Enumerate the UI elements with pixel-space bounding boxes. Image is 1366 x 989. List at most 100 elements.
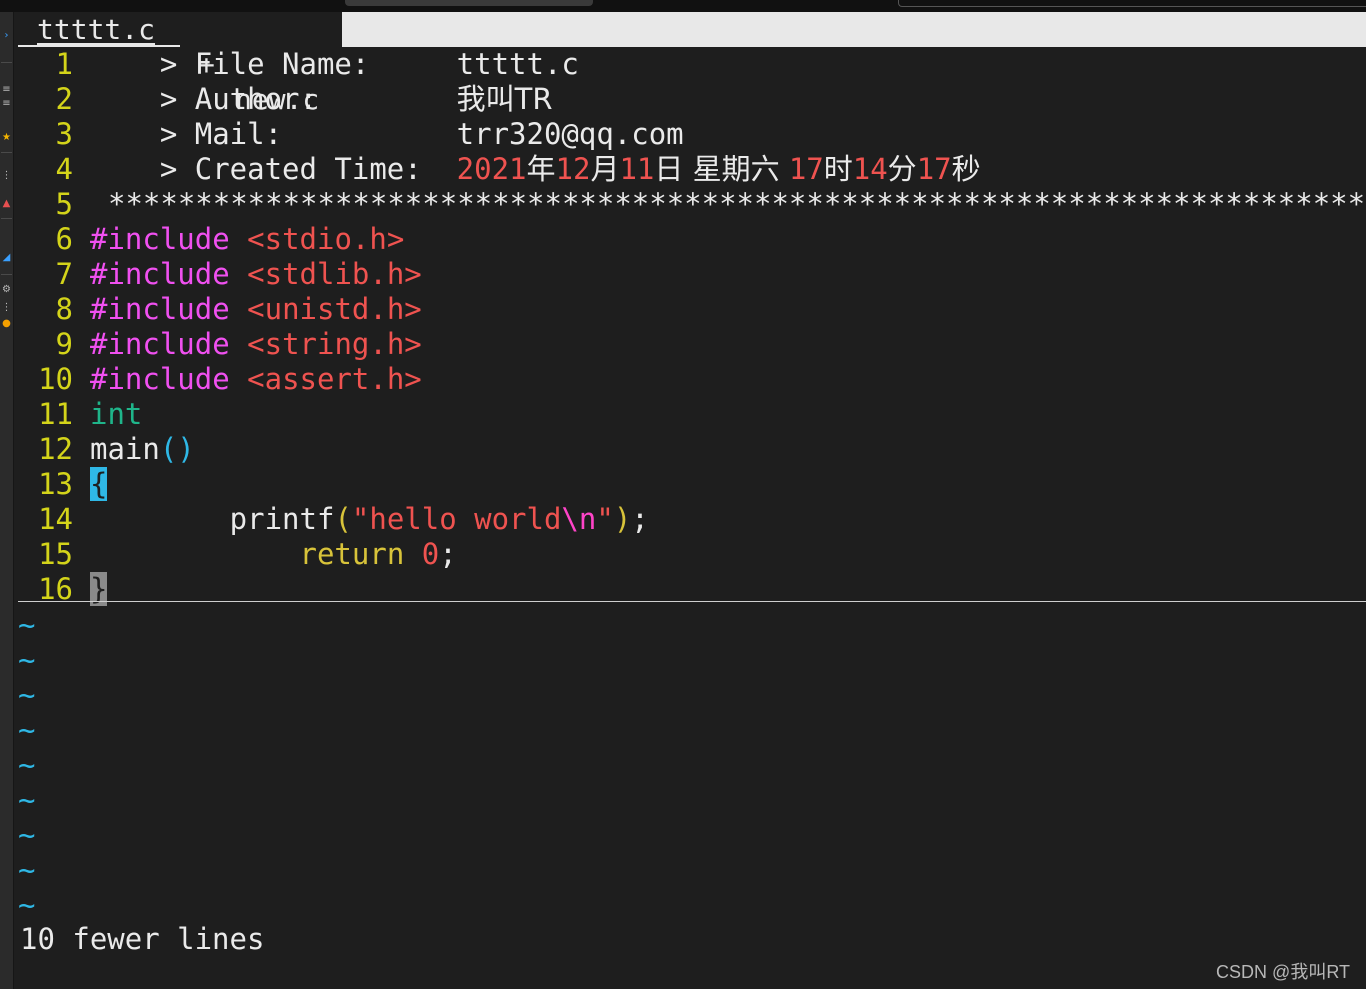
code-token: #include	[90, 222, 230, 256]
code-token: "hello world	[351, 502, 562, 536]
dock-divider	[1, 152, 12, 153]
empty-line-marker: ~	[18, 748, 36, 782]
line-number: 11	[38, 397, 73, 431]
line-number: 5	[55, 187, 73, 221]
code-token: 分	[887, 152, 917, 186]
line-code: #include <assert.h>	[90, 362, 422, 397]
code-line[interactable]: 13 {	[18, 467, 1366, 502]
line-code: #include <stdlib.h>	[90, 257, 422, 292]
line-number: 8	[55, 292, 73, 326]
tab-active[interactable]: ttttt.c	[18, 12, 180, 47]
grid-icon[interactable]: ⋮	[1, 170, 12, 181]
code-token: ;	[631, 502, 649, 536]
command-line[interactable]: 10 fewer lines	[20, 922, 264, 957]
line-code: #include <unistd.h>	[90, 292, 422, 327]
dock-divider	[1, 218, 12, 219]
empty-line-marker: ~	[18, 818, 36, 852]
line-code: > File Name: ttttt.c	[90, 47, 579, 82]
code-token: ttttt.c	[456, 47, 579, 81]
line-number: 12	[38, 432, 73, 466]
code-token: 2021	[456, 152, 527, 186]
code-token: <stdio.h>	[247, 222, 405, 256]
code-token: ;	[439, 537, 457, 571]
doc-icon[interactable]: ≡	[1, 84, 12, 95]
code-token: 14	[852, 152, 888, 186]
code-line[interactable]: 3 > Mail: trr320@qq.com	[18, 117, 1366, 152]
code-line[interactable]: 11 int	[18, 397, 1366, 432]
code-line[interactable]: 15 return 0;	[18, 537, 1366, 572]
pin-icon[interactable]: ▲	[1, 198, 12, 209]
window-tab-segment[interactable]	[345, 0, 593, 6]
empty-line-marker: ~	[18, 783, 36, 817]
window-top-strip	[0, 0, 1366, 12]
list-icon[interactable]: ≡	[1, 98, 12, 109]
code-line[interactable]: 5 ***************************************…	[18, 187, 1366, 222]
tabline-fill	[342, 12, 1366, 47]
line-number: 2	[55, 82, 73, 116]
status-dot-icon[interactable]: ●	[1, 318, 12, 329]
line-number: 7	[55, 257, 73, 291]
tab-active-label: ttttt.c	[37, 13, 156, 46]
tab-inactive[interactable]: + new.c	[180, 12, 342, 116]
code-token: return	[299, 537, 405, 571]
settings-icon[interactable]: ⚙	[1, 284, 12, 295]
code-token: <string.h>	[247, 327, 422, 361]
code-token: \n	[561, 502, 597, 536]
code-token: ()	[159, 432, 195, 466]
code-token: > File Name:	[90, 47, 457, 81]
code-token: "	[596, 502, 614, 536]
code-token: <unistd.h>	[247, 292, 422, 326]
line-number: 3	[55, 117, 73, 151]
code-line[interactable]: 7 #include <stdlib.h>	[18, 257, 1366, 292]
code-token: 12	[555, 152, 591, 186]
code-token: 17	[916, 152, 952, 186]
code-line[interactable]: 1 > File Name: ttttt.c	[18, 47, 1366, 82]
code-line[interactable]: 4 > Created Time: 2021年12月11日 星期六 17时14分…	[18, 152, 1366, 187]
line-code: #include <stdio.h>	[90, 222, 404, 257]
code-token: > Mail:	[90, 117, 457, 151]
code-line[interactable]: 8 #include <unistd.h>	[18, 292, 1366, 327]
line-code: int	[90, 397, 142, 432]
empty-line-marker: ~	[18, 678, 36, 712]
code-token: > Created Time:	[90, 152, 457, 186]
watermark: CSDN @我叫RT	[1216, 962, 1350, 982]
window-split-rule	[18, 601, 1366, 602]
window-tab-segment-right[interactable]	[898, 0, 1366, 7]
empty-line-marker: ~	[18, 888, 36, 922]
code-token: 0	[421, 537, 440, 571]
chevron-right-icon[interactable]: ›	[1, 30, 12, 41]
line-code: {	[90, 467, 108, 502]
code-line[interactable]: 6 #include <stdio.h>	[18, 222, 1366, 257]
send-icon[interactable]: ◢	[1, 252, 12, 263]
code-token: main	[90, 432, 160, 466]
line-number: 1	[55, 47, 73, 81]
code-line[interactable]: 2 > Author: 我叫TR	[18, 82, 1366, 117]
code-token: <stdlib.h>	[247, 257, 422, 291]
tools-icon[interactable]: ⋮	[1, 302, 12, 313]
code-line[interactable]: 14 printf("hello world\n");	[18, 502, 1366, 537]
left-dock: › ≡ ≡ ★ ⋮ ▲ ◢ ⚙ ⋮ ●	[0, 12, 14, 989]
line-number: 15	[38, 537, 73, 571]
code-token: #include	[90, 327, 230, 361]
code-token: 月	[590, 152, 620, 186]
line-code: main()	[90, 432, 195, 467]
line-number: 9	[55, 327, 73, 361]
code-line[interactable]: 10 #include <assert.h>	[18, 362, 1366, 397]
line-code: > Created Time: 2021年12月11日 星期六 17时14分17…	[90, 152, 981, 187]
line-code: ****************************************…	[108, 187, 1366, 222]
line-code: printf("hello world\n");	[90, 502, 649, 537]
code-token: 17	[788, 152, 824, 186]
star-icon[interactable]: ★	[1, 132, 12, 143]
dock-divider	[1, 274, 12, 275]
code-token: {	[90, 467, 108, 501]
code-line[interactable]: 12 main()	[18, 432, 1366, 467]
line-number: 4	[55, 152, 73, 186]
code-line[interactable]: 9 #include <string.h>	[18, 327, 1366, 362]
empty-line-marker: ~	[18, 853, 36, 887]
line-code: > Mail: trr320@qq.com	[90, 117, 684, 152]
line-number: 13	[38, 467, 73, 501]
line-code: return 0;	[90, 537, 457, 572]
